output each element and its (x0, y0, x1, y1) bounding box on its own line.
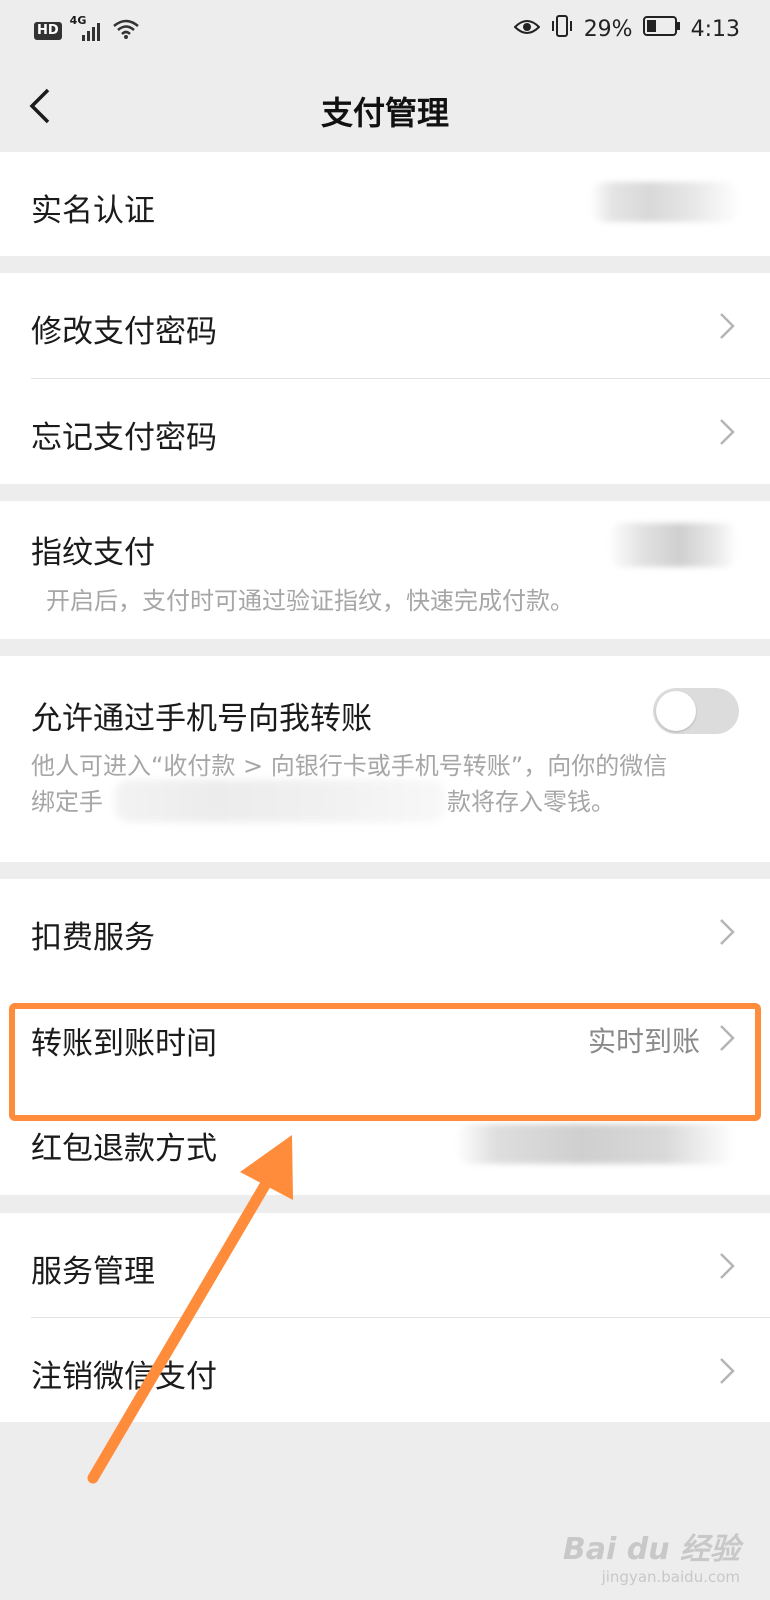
clock: 4:13 (690, 16, 740, 42)
chevron-right-icon (720, 313, 735, 339)
phone-transfer-description-line2a: 绑定手 (31, 788, 103, 816)
blurred-value (455, 1124, 735, 1164)
vibrate-icon (550, 14, 574, 44)
fingerprint-label: 指纹支付 (31, 535, 155, 571)
blurred-toggle[interactable] (608, 523, 738, 567)
highlight-box (9, 1003, 761, 1121)
row-service-management[interactable]: 服务管理 (0, 1213, 770, 1317)
row-deduction-service[interactable]: 扣费服务 (0, 879, 770, 984)
phone-transfer-description-line2b: 款将存入零钱。 (447, 788, 615, 816)
cancel-wechat-pay-label: 注销微信支付 (31, 1359, 217, 1395)
phone-transfer-label: 允许通过手机号向我转账 (31, 701, 372, 737)
real-name-label: 实名认证 (31, 193, 155, 229)
status-right: 29% 4:13 (513, 14, 740, 44)
red-packet-refund-label: 红包退款方式 (31, 1131, 217, 1167)
phone-transfer-description-line1: 他人可进入“收付款 > 向银行卡或手机号转账”，向你的微信 (31, 752, 668, 780)
watermark: Bai du 经验 jingyan.baidu.com (563, 1524, 740, 1586)
section-real-name: 实名认证 (0, 152, 770, 256)
change-password-label: 修改支付密码 (31, 314, 217, 350)
nav-bar: 支付管理 (0, 60, 770, 152)
row-forgot-password[interactable]: 忘记支付密码 (0, 379, 770, 484)
forgot-password-label: 忘记支付密码 (31, 420, 217, 456)
status-left: HD 4G (34, 14, 140, 44)
section-fingerprint: 指纹支付 开启后，支付时可通过验证指纹，快速完成付款。 (0, 501, 770, 639)
chevron-right-icon (720, 419, 735, 445)
deduction-service-label: 扣费服务 (31, 920, 155, 956)
eye-icon (513, 17, 541, 42)
phone-transfer-toggle[interactable] (653, 688, 739, 734)
blurred-value (590, 182, 740, 222)
status-bar: HD 4G 29% 4:13 (0, 0, 770, 60)
wifi-icon (112, 18, 140, 44)
chevron-right-icon (720, 919, 735, 945)
section-management: 服务管理 注销微信支付 (0, 1213, 770, 1422)
service-management-label: 服务管理 (31, 1254, 155, 1290)
fingerprint-description: 开启后，支付时可通过验证指纹，快速完成付款。 (46, 587, 574, 615)
battery-percent: 29% (583, 16, 633, 42)
hd-icon: HD (34, 22, 62, 40)
watermark-url: jingyan.baidu.com (601, 1568, 740, 1586)
toggle-knob (656, 691, 696, 731)
row-cancel-wechat-pay[interactable]: 注销微信支付 (0, 1318, 770, 1422)
row-change-password[interactable]: 修改支付密码 (0, 273, 770, 378)
section-phone-transfer: 允许通过手机号向我转账 他人可进入“收付款 > 向银行卡或手机号转账”，向你的微… (0, 656, 770, 862)
battery-icon (642, 16, 681, 42)
chevron-right-icon (720, 1253, 735, 1279)
blurred-description (115, 780, 445, 822)
watermark-logo: Bai du 经验 (562, 1532, 740, 1567)
section-password: 修改支付密码 忘记支付密码 (0, 273, 770, 484)
signal-icon: 4G (70, 14, 104, 42)
page-title: 支付管理 (320, 94, 449, 132)
row-real-name[interactable]: 实名认证 (0, 152, 770, 256)
chevron-right-icon (720, 1358, 735, 1384)
